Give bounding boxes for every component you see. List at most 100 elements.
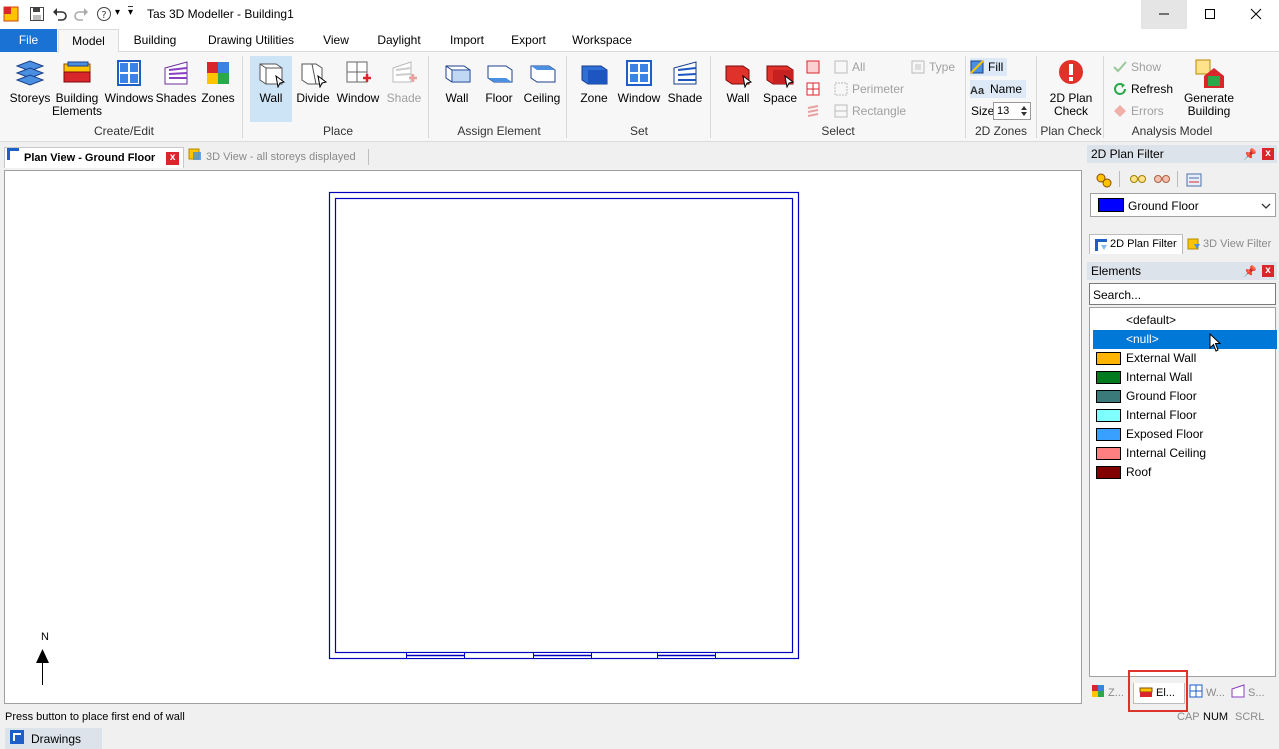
- element-item[interactable]: <null>: [1093, 330, 1277, 349]
- filter-hide-all-icon[interactable]: [1153, 171, 1171, 192]
- assign-ceiling-label: Ceiling: [523, 91, 561, 105]
- tab-building[interactable]: Building: [124, 29, 186, 52]
- set-zone-button[interactable]: Zone: [576, 58, 612, 105]
- assign-floor-button[interactable]: Floor: [480, 58, 518, 105]
- close-tab-icon[interactable]: x: [166, 151, 180, 165]
- element-item[interactable]: Internal Wall: [1093, 368, 1277, 387]
- close-panel-icon[interactable]: x: [1262, 265, 1274, 277]
- help-dropdown-icon[interactable]: ▾: [115, 7, 120, 18]
- inner-wall-line[interactable]: [334, 197, 794, 654]
- panel-tab-shades[interactable]: S...: [1231, 684, 1265, 701]
- outer-wall-line[interactable]: [328, 191, 800, 660]
- plan-drawing[interactable]: [5, 171, 1083, 705]
- place-divide-button[interactable]: Divide: [294, 58, 332, 105]
- undo-icon[interactable]: [52, 6, 68, 22]
- zones-size-spinner[interactable]: 13: [993, 102, 1031, 120]
- ribbon-separator: [566, 56, 567, 138]
- set-shade-button[interactable]: Shade: [666, 58, 704, 105]
- windows-button[interactable]: Windows: [103, 58, 155, 105]
- panel-tab-zones[interactable]: Z...: [1091, 684, 1124, 701]
- element-color-swatch: [1096, 447, 1121, 460]
- element-item[interactable]: Exposed Floor: [1093, 425, 1277, 444]
- window-1[interactable]: [406, 652, 465, 659]
- select-perimeter-button: Perimeter: [834, 80, 904, 98]
- customize-quick-access-icon[interactable]: ▾: [128, 6, 134, 18]
- assign-wall-button[interactable]: Wall: [438, 58, 476, 105]
- tab-workspace[interactable]: Workspace: [564, 29, 640, 52]
- storeys-button[interactable]: Storeys: [8, 58, 52, 105]
- element-item[interactable]: External Wall: [1093, 349, 1277, 368]
- element-item-label: Exposed Floor: [1126, 427, 1204, 441]
- redo-icon[interactable]: [73, 6, 89, 22]
- tab-view[interactable]: View: [314, 29, 358, 52]
- elements-list[interactable]: <default> <null> External Wall Internal Wal…: [1089, 307, 1277, 677]
- shades-tab-icon: [1231, 684, 1245, 701]
- tab-export[interactable]: Export: [503, 29, 554, 52]
- panel-tab-zones-label: Z...: [1108, 686, 1124, 699]
- element-item[interactable]: Ground Floor: [1093, 387, 1277, 406]
- place-wall-button[interactable]: Wall: [250, 56, 292, 122]
- plan-view-canvas[interactable]: N: [4, 170, 1082, 704]
- tab-import[interactable]: Import: [440, 29, 494, 52]
- group-select-label: Select: [821, 124, 855, 138]
- filter-options-icon[interactable]: [1185, 171, 1203, 192]
- tab-3d-view-filter[interactable]: 3D View Filter: [1183, 235, 1277, 254]
- window-2[interactable]: [533, 652, 592, 659]
- building-elements-button[interactable]: Building Elements: [52, 58, 102, 118]
- drawings-tab[interactable]: Drawings: [5, 728, 102, 749]
- tab-2d-plan-filter[interactable]: 2D Plan Filter: [1089, 234, 1183, 254]
- wall-place-icon: [256, 58, 286, 89]
- analysis-refresh-button[interactable]: Refresh: [1113, 80, 1173, 98]
- save-icon[interactable]: [29, 6, 45, 22]
- select-space-button[interactable]: Space: [761, 58, 799, 105]
- element-item[interactable]: Internal Floor: [1093, 406, 1277, 425]
- tab-3d-view[interactable]: 3D View - all storeys displayed: [187, 147, 356, 168]
- pin-icon[interactable]: 📌: [1243, 146, 1257, 164]
- generate-building-icon: [1194, 58, 1224, 88]
- tab-file[interactable]: File: [0, 29, 57, 52]
- select-wall-button[interactable]: Wall: [720, 58, 756, 105]
- storey-select[interactable]: Ground Floor: [1090, 193, 1276, 217]
- filter-visibility-icon[interactable]: [1095, 171, 1113, 192]
- help-icon[interactable]: ?: [96, 6, 112, 22]
- spinner-arrows-icon[interactable]: [1019, 104, 1029, 121]
- zones-fill-toggle[interactable]: Fill: [970, 58, 1008, 76]
- tab-2d-plan-filter-label: 2D Plan Filter: [1110, 238, 1177, 250]
- element-item[interactable]: Roof: [1093, 463, 1277, 482]
- pin-icon[interactable]: 📌: [1243, 263, 1257, 281]
- window-3[interactable]: [657, 652, 716, 659]
- select-bounds-icon[interactable]: [806, 60, 820, 77]
- tab-model[interactable]: Model: [58, 29, 119, 53]
- panel-tab-windows[interactable]: W...: [1189, 684, 1225, 701]
- tab-daylight[interactable]: Daylight: [367, 29, 431, 52]
- storeys-icon: [15, 58, 45, 88]
- elements-search-input[interactable]: Search...: [1089, 283, 1276, 305]
- assign-ceiling-icon: [527, 58, 557, 88]
- zones-name-toggle[interactable]: Aa Name: [970, 80, 1027, 98]
- status-message: Press button to place first end of wall: [5, 711, 185, 723]
- element-item[interactable]: Internal Ceiling: [1093, 444, 1277, 463]
- minimize-button[interactable]: [1141, 0, 1187, 29]
- filter-show-all-icon[interactable]: [1129, 171, 1147, 192]
- element-item[interactable]: <default>: [1093, 311, 1277, 330]
- 2d-plan-check-button[interactable]: 2D Plan Check: [1045, 58, 1097, 118]
- assign-wall-icon: [442, 58, 472, 88]
- analysis-show-label: Show: [1131, 60, 1162, 74]
- minimize-icon: [1158, 7, 1170, 23]
- storey-select-value: Ground Floor: [1128, 199, 1199, 213]
- generate-building-button[interactable]: Generate Building: [1182, 58, 1236, 118]
- zones-button[interactable]: Zones: [199, 58, 237, 105]
- maximize-button[interactable]: [1187, 0, 1233, 29]
- shades-button[interactable]: Shades: [155, 58, 197, 105]
- close-button[interactable]: [1233, 0, 1279, 29]
- tab-plan-view[interactable]: Plan View - Ground Floor x: [4, 147, 185, 168]
- tab-drawing-utilities[interactable]: Drawing Utilities: [196, 29, 306, 52]
- assign-ceiling-button[interactable]: Ceiling: [521, 58, 563, 105]
- status-bar: Press button to place first end of wall …: [0, 707, 1279, 727]
- ribbon-separator: [428, 56, 429, 138]
- place-window-button[interactable]: Window: [334, 58, 382, 105]
- north-label: N: [41, 631, 49, 643]
- select-grid-icon[interactable]: [806, 82, 820, 99]
- set-window-button[interactable]: Window: [615, 58, 663, 105]
- close-panel-icon[interactable]: x: [1262, 148, 1274, 160]
